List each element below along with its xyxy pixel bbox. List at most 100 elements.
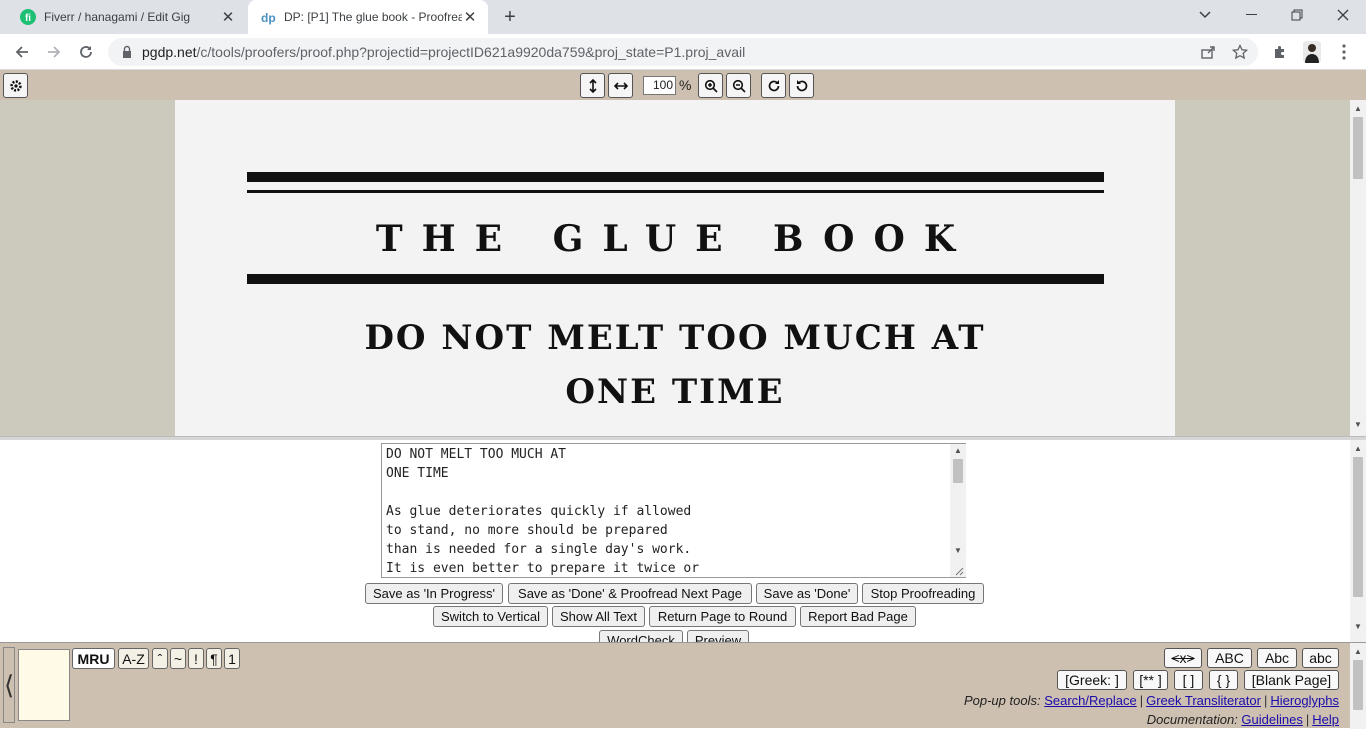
restore-button[interactable] (1274, 0, 1320, 30)
return-page-button[interactable]: Return Page to Round (649, 606, 796, 627)
zoom-out-icon[interactable] (726, 73, 751, 98)
settings-gear-icon[interactable] (3, 73, 28, 98)
url-text: pgdp.net/c/tools/proofers/proof.php?proj… (142, 44, 746, 60)
blank-page-button[interactable]: [Blank Page] (1244, 670, 1339, 690)
forward-arrow-icon[interactable] (42, 40, 66, 64)
profile-avatar[interactable] (1300, 40, 1324, 64)
charpicker-digit-button[interactable]: 1 (224, 648, 240, 669)
save-done-next-button[interactable]: Save as 'Done' & Proofread Next Page (508, 583, 752, 604)
tools-scroll-thumb[interactable] (1353, 660, 1363, 710)
popup-tools-label: Pop-up tools: (963, 693, 1041, 708)
guidelines-link[interactable]: Guidelines (1241, 712, 1302, 727)
charpicker-pilcrow-button[interactable]: ¶ (206, 648, 222, 669)
panel-scroll-thumb[interactable] (1353, 457, 1363, 597)
image-toolbar: 100 % (0, 70, 1366, 100)
close-tab-icon[interactable]: ✕ (462, 9, 478, 26)
close-window-button[interactable] (1320, 0, 1366, 30)
panel-scrollbar[interactable]: ▲ ▼ (1350, 440, 1366, 642)
hieroglyphs-link[interactable]: Hieroglyphs (1270, 693, 1339, 708)
scroll-up-icon[interactable]: ▲ (1350, 442, 1366, 456)
zoom-input[interactable]: 100 (643, 76, 676, 95)
close-tab-icon[interactable]: ✕ (220, 9, 236, 26)
scroll-down-icon[interactable]: ▼ (950, 544, 966, 558)
zoom-in-icon[interactable] (698, 73, 723, 98)
popup-tools-line: Pop-up tools: Search/Replace | Greek Trans… (963, 693, 1339, 708)
report-bad-page-button[interactable]: Report Bad Page (800, 606, 916, 627)
zoom-unit: % (679, 77, 692, 93)
scan-rule-top-thick (247, 172, 1104, 182)
tab-search-chevron-icon[interactable] (1182, 0, 1228, 30)
tab-fiverr[interactable]: fi Fiverr / hanagami / Edit Gig ✕ (8, 0, 246, 34)
preview-button[interactable]: Preview (687, 630, 749, 642)
uppercase-button[interactable]: ABC (1207, 648, 1252, 668)
tab-title: DP: [P1] The glue book - Proofreading (284, 10, 462, 24)
collapse-chevron-icon[interactable]: ⟨ (3, 647, 15, 723)
charpicker-tilde-button[interactable]: ~ (170, 648, 186, 669)
scroll-down-icon[interactable]: ▼ (1350, 418, 1366, 432)
remove-markup-button[interactable]: <x> (1164, 648, 1202, 668)
character-picker-preview (18, 649, 70, 721)
bookmark-star-icon[interactable] (1228, 40, 1252, 64)
save-in-progress-button[interactable]: Save as 'In Progress' (365, 583, 503, 604)
lowercase-button[interactable]: abc (1302, 648, 1339, 668)
greek-markup-button[interactable]: [Greek: ] (1057, 670, 1127, 690)
fit-height-button[interactable] (580, 73, 605, 98)
back-arrow-icon[interactable] (10, 40, 34, 64)
lock-icon (123, 45, 131, 58)
textarea-scroll-thumb[interactable] (953, 459, 963, 483)
extensions-puzzle-icon[interactable] (1268, 40, 1292, 64)
stop-proofreading-button[interactable]: Stop Proofreading (862, 583, 984, 604)
charpicker-az-button[interactable]: A-Z (118, 648, 149, 669)
scan-rule-top-thin (247, 190, 1104, 193)
tools-scrollbar[interactable]: ▲ (1350, 643, 1366, 729)
minimize-button[interactable] (1228, 0, 1274, 30)
show-all-text-button[interactable]: Show All Text (552, 606, 645, 627)
scan-title-text: THE GLUE BOOK (375, 218, 975, 260)
documentation-line: Documentation: Guidelines | Help (1146, 712, 1339, 727)
scroll-down-icon[interactable]: ▼ (1350, 620, 1366, 634)
browser-toolbar: pgdp.net/c/tools/proofers/proof.php?proj… (0, 34, 1366, 70)
switch-vertical-button[interactable]: Switch to Vertical (433, 606, 548, 627)
titlecase-button[interactable]: Abc (1257, 648, 1297, 668)
share-icon[interactable] (1196, 40, 1220, 64)
charpicker-circumflex-button[interactable]: ˆ (152, 648, 168, 669)
rotate-counterclockwise-icon[interactable] (789, 73, 814, 98)
svg-text:fi: fi (25, 13, 31, 24)
charpicker-exclaim-button[interactable]: ! (188, 648, 204, 669)
save-done-button[interactable]: Save as 'Done' (756, 583, 858, 604)
brackets-markup-button[interactable]: [ ] (1174, 670, 1203, 690)
dp-favicon-icon: dp (261, 11, 276, 25)
new-tab-button[interactable]: + (498, 5, 522, 29)
browser-tab-strip: fi Fiverr / hanagami / Edit Gig ✕ dp DP:… (0, 0, 1366, 34)
scroll-up-icon[interactable]: ▲ (1350, 645, 1366, 659)
scroll-up-icon[interactable]: ▲ (1350, 102, 1366, 116)
resize-grip-icon[interactable] (954, 566, 964, 576)
svg-text:dp: dp (261, 11, 276, 25)
help-link[interactable]: Help (1312, 712, 1339, 727)
fit-width-button[interactable] (608, 73, 633, 98)
rotate-clockwise-icon[interactable] (761, 73, 786, 98)
wordcheck-button[interactable]: WordCheck (599, 630, 683, 642)
search-replace-link[interactable]: Search/Replace (1044, 693, 1137, 708)
greek-transliterator-link[interactable]: Greek Transliterator (1146, 693, 1261, 708)
braces-markup-button[interactable]: { } (1209, 670, 1238, 690)
image-scroll-thumb[interactable] (1353, 117, 1363, 179)
tab-dp-proofreading[interactable]: dp DP: [P1] The glue book - Proofreading… (248, 0, 488, 34)
charpicker-mru-button[interactable]: MRU (72, 648, 115, 669)
tab-title: Fiverr / hanagami / Edit Gig (44, 10, 191, 24)
scan-heading-line2: ONE TIME (565, 372, 785, 412)
fiverr-favicon-icon: fi (20, 9, 36, 25)
proofreading-tools-bar: ⟨ MRU A-Z ˆ ~ ! ¶ 1 <x> ABC Abc abc [Gre… (0, 642, 1366, 729)
documentation-label: Documentation: (1146, 712, 1238, 727)
address-bar[interactable]: pgdp.net/c/tools/proofers/proof.php?proj… (108, 38, 1258, 66)
proofreading-panel: DO NOT MELT TOO MUCH AT ONE TIME As glue… (0, 440, 1366, 642)
reload-icon[interactable] (74, 40, 98, 64)
page-scan-image: THE GLUE BOOK DO NOT MELT TOO MUCH AT ON… (175, 100, 1175, 436)
scan-rule-bottom (247, 274, 1104, 284)
image-scrollbar[interactable]: ▲ ▼ (1350, 100, 1366, 436)
scroll-up-icon[interactable]: ▲ (950, 444, 966, 458)
note-markup-button[interactable]: [** ] (1133, 670, 1168, 690)
browser-menu-icon[interactable] (1332, 40, 1356, 64)
textarea-scrollbar[interactable]: ▲ ▼ (950, 444, 966, 577)
proofreading-textarea[interactable]: DO NOT MELT TOO MUCH AT ONE TIME As glue… (381, 443, 966, 578)
